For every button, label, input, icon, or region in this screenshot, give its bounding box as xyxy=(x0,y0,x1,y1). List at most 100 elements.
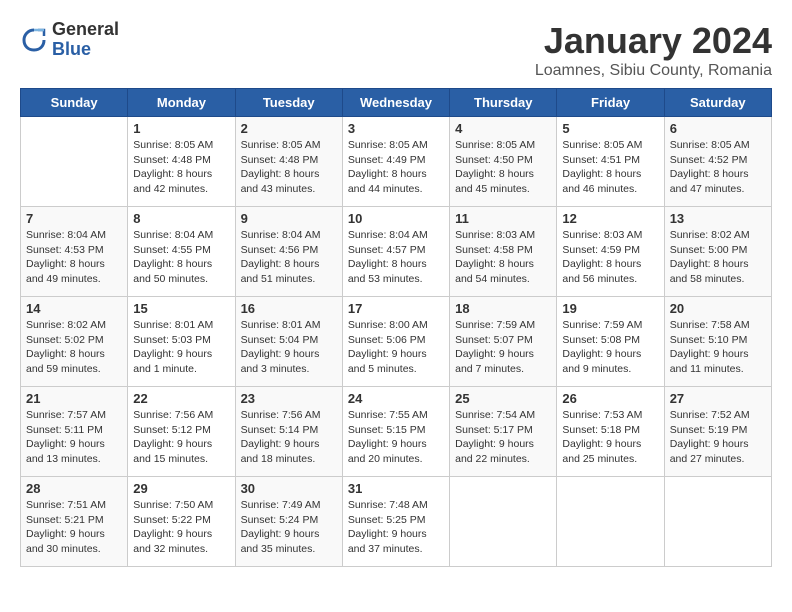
cell-date: 15 xyxy=(133,301,229,316)
cell-date: 7 xyxy=(26,211,122,226)
calendar-title: January 2024 xyxy=(535,20,772,62)
cell-content: Sunrise: 8:04 AM Sunset: 4:53 PM Dayligh… xyxy=(26,228,122,287)
calendar-cell: 1Sunrise: 8:05 AM Sunset: 4:48 PM Daylig… xyxy=(128,117,235,207)
cell-date: 23 xyxy=(241,391,337,406)
cell-content: Sunrise: 8:05 AM Sunset: 4:49 PM Dayligh… xyxy=(348,138,444,197)
calendar-cell: 6Sunrise: 8:05 AM Sunset: 4:52 PM Daylig… xyxy=(664,117,771,207)
cell-date: 2 xyxy=(241,121,337,136)
cell-content: Sunrise: 7:56 AM Sunset: 5:14 PM Dayligh… xyxy=(241,408,337,467)
title-area: January 2024 Loamnes, Sibiu County, Roma… xyxy=(535,20,772,80)
day-header-tuesday: Tuesday xyxy=(235,89,342,117)
cell-date: 4 xyxy=(455,121,551,136)
calendar-cell: 17 Sunrise: 8:00 AM Sunset: 5:06 PM Dayli… xyxy=(342,297,449,387)
calendar-cell: 14Sunrise: 8:02 AM Sunset: 5:02 PM Dayli… xyxy=(21,297,128,387)
day-header-sunday: Sunday xyxy=(21,89,128,117)
cell-content: Sunrise: 8:03 AM Sunset: 4:59 PM Dayligh… xyxy=(562,228,658,287)
week-row-1: 1Sunrise: 8:05 AM Sunset: 4:48 PM Daylig… xyxy=(21,117,772,207)
cell-date: 27 xyxy=(670,391,766,406)
cell-date: 30 xyxy=(241,481,337,496)
cell-content: Sunrise: 8:00 AM Sunset: 5:06 PM Dayligh… xyxy=(348,318,444,377)
calendar-cell: 20 Sunrise: 7:58 AM Sunset: 5:10 PM Dayli… xyxy=(664,297,771,387)
cell-date: 25 xyxy=(455,391,551,406)
calendar-cell xyxy=(450,477,557,567)
calendar-cell: 25 Sunrise: 7:54 AM Sunset: 5:17 PM Dayli… xyxy=(450,387,557,477)
calendar-cell: 22 Sunrise: 7:56 AM Sunset: 5:12 PM Dayli… xyxy=(128,387,235,477)
cell-content: Sunrise: 7:53 AM Sunset: 5:18 PM Dayligh… xyxy=(562,408,658,467)
logo-general-text: General xyxy=(52,20,119,40)
cell-date: 9 xyxy=(241,211,337,226)
calendar-cell: 15 Sunrise: 8:01 AM Sunset: 5:03 PM Dayli… xyxy=(128,297,235,387)
cell-date: 13 xyxy=(670,211,766,226)
day-header-friday: Friday xyxy=(557,89,664,117)
calendar-cell: 19Sunrise: 7:59 AM Sunset: 5:08 PM Dayli… xyxy=(557,297,664,387)
calendar-cell: 29Sunrise: 7:50 AM Sunset: 5:22 PM Dayli… xyxy=(128,477,235,567)
calendar-cell xyxy=(21,117,128,207)
logo-blue-text: Blue xyxy=(52,40,119,60)
day-header-thursday: Thursday xyxy=(450,89,557,117)
calendar-cell: 31 Sunrise: 7:48 AM Sunset: 5:25 PM Dayli… xyxy=(342,477,449,567)
cell-date: 20 xyxy=(670,301,766,316)
calendar-cell: 8Sunrise: 8:04 AM Sunset: 4:55 PM Daylig… xyxy=(128,207,235,297)
cell-content: Sunrise: 7:56 AM Sunset: 5:12 PM Dayligh… xyxy=(133,408,229,467)
calendar-cell: 16 Sunrise: 8:01 AM Sunset: 5:04 PM Dayli… xyxy=(235,297,342,387)
cell-content: Sunrise: 8:05 AM Sunset: 4:52 PM Dayligh… xyxy=(670,138,766,197)
cell-content: Sunrise: 7:58 AM Sunset: 5:10 PM Dayligh… xyxy=(670,318,766,377)
calendar-cell: 10 Sunrise: 8:04 AM Sunset: 4:57 PM Dayli… xyxy=(342,207,449,297)
cell-content: Sunrise: 8:01 AM Sunset: 5:03 PM Dayligh… xyxy=(133,318,229,377)
cell-date: 12 xyxy=(562,211,658,226)
cell-date: 28 xyxy=(26,481,122,496)
calendar-cell: 4 Sunrise: 8:05 AM Sunset: 4:50 PM Daylig… xyxy=(450,117,557,207)
cell-content: Sunrise: 8:02 AM Sunset: 5:02 PM Dayligh… xyxy=(26,318,122,377)
cell-content: Sunrise: 8:01 AM Sunset: 5:04 PM Dayligh… xyxy=(241,318,337,377)
cell-content: Sunrise: 8:04 AM Sunset: 4:56 PM Dayligh… xyxy=(241,228,337,287)
week-row-4: 21Sunrise: 7:57 AM Sunset: 5:11 PM Dayli… xyxy=(21,387,772,477)
calendar-table: SundayMondayTuesdayWednesdayThursdayFrid… xyxy=(20,88,772,567)
calendar-cell: 7 Sunrise: 8:04 AM Sunset: 4:53 PM Daylig… xyxy=(21,207,128,297)
cell-content: Sunrise: 7:59 AM Sunset: 5:07 PM Dayligh… xyxy=(455,318,551,377)
calendar-cell: 3 Sunrise: 8:05 AM Sunset: 4:49 PM Daylig… xyxy=(342,117,449,207)
cell-content: Sunrise: 7:49 AM Sunset: 5:24 PM Dayligh… xyxy=(241,498,337,557)
week-row-5: 28 Sunrise: 7:51 AM Sunset: 5:21 PM Dayli… xyxy=(21,477,772,567)
cell-date: 21 xyxy=(26,391,122,406)
cell-date: 16 xyxy=(241,301,337,316)
cell-content: Sunrise: 7:51 AM Sunset: 5:21 PM Dayligh… xyxy=(26,498,122,557)
calendar-cell: 9 Sunrise: 8:04 AM Sunset: 4:56 PM Daylig… xyxy=(235,207,342,297)
day-header-wednesday: Wednesday xyxy=(342,89,449,117)
calendar-subtitle: Loamnes, Sibiu County, Romania xyxy=(535,62,772,80)
calendar-cell: 26 Sunrise: 7:53 AM Sunset: 5:18 PM Dayli… xyxy=(557,387,664,477)
cell-content: Sunrise: 8:05 AM Sunset: 4:50 PM Dayligh… xyxy=(455,138,551,197)
cell-content: Sunrise: 7:48 AM Sunset: 5:25 PM Dayligh… xyxy=(348,498,444,557)
week-row-2: 7 Sunrise: 8:04 AM Sunset: 4:53 PM Daylig… xyxy=(21,207,772,297)
cell-date: 24 xyxy=(348,391,444,406)
cell-content: Sunrise: 8:03 AM Sunset: 4:58 PM Dayligh… xyxy=(455,228,551,287)
calendar-cell: 24 Sunrise: 7:55 AM Sunset: 5:15 PM Dayli… xyxy=(342,387,449,477)
cell-date: 5 xyxy=(562,121,658,136)
cell-content: Sunrise: 7:52 AM Sunset: 5:19 PM Dayligh… xyxy=(670,408,766,467)
cell-content: Sunrise: 7:59 AM Sunset: 5:08 PM Dayligh… xyxy=(562,318,658,377)
calendar-cell: 18 Sunrise: 7:59 AM Sunset: 5:07 PM Dayli… xyxy=(450,297,557,387)
cell-date: 3 xyxy=(348,121,444,136)
cell-content: Sunrise: 8:04 AM Sunset: 4:57 PM Dayligh… xyxy=(348,228,444,287)
cell-date: 17 xyxy=(348,301,444,316)
calendar-cell xyxy=(664,477,771,567)
calendar-cell: 30 Sunrise: 7:49 AM Sunset: 5:24 PM Dayli… xyxy=(235,477,342,567)
cell-content: Sunrise: 7:54 AM Sunset: 5:17 PM Dayligh… xyxy=(455,408,551,467)
cell-date: 22 xyxy=(133,391,229,406)
calendar-cell: 11 Sunrise: 8:03 AM Sunset: 4:58 PM Dayli… xyxy=(450,207,557,297)
calendar-cell: 2Sunrise: 8:05 AM Sunset: 4:48 PM Daylig… xyxy=(235,117,342,207)
calendar-cell: 23 Sunrise: 7:56 AM Sunset: 5:14 PM Dayli… xyxy=(235,387,342,477)
cell-date: 11 xyxy=(455,211,551,226)
cell-content: Sunrise: 8:04 AM Sunset: 4:55 PM Dayligh… xyxy=(133,228,229,287)
cell-date: 18 xyxy=(455,301,551,316)
cell-date: 10 xyxy=(348,211,444,226)
logo: General Blue xyxy=(20,20,119,60)
calendar-cell: 13Sunrise: 8:02 AM Sunset: 5:00 PM Dayli… xyxy=(664,207,771,297)
cell-date: 26 xyxy=(562,391,658,406)
day-header-monday: Monday xyxy=(128,89,235,117)
cell-content: Sunrise: 7:50 AM Sunset: 5:22 PM Dayligh… xyxy=(133,498,229,557)
cell-content: Sunrise: 7:55 AM Sunset: 5:15 PM Dayligh… xyxy=(348,408,444,467)
cell-date: 31 xyxy=(348,481,444,496)
calendar-cell xyxy=(557,477,664,567)
cell-content: Sunrise: 8:05 AM Sunset: 4:51 PM Dayligh… xyxy=(562,138,658,197)
calendar-cell: 12 Sunrise: 8:03 AM Sunset: 4:59 PM Dayli… xyxy=(557,207,664,297)
